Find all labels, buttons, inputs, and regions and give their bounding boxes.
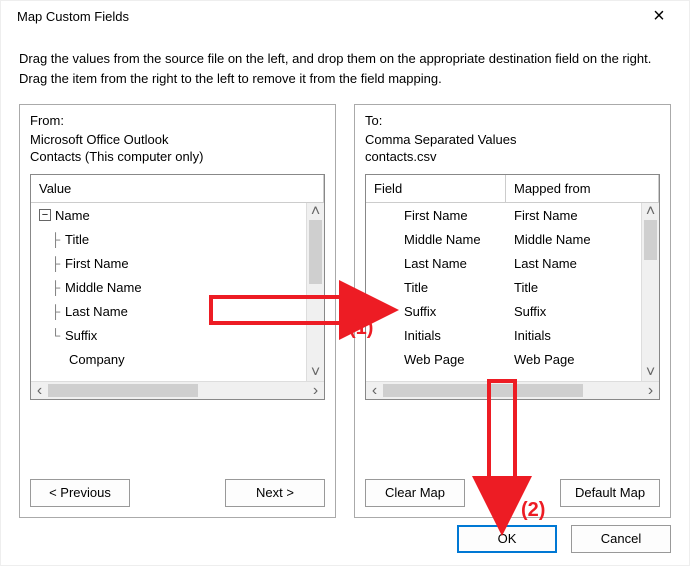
- table-row[interactable]: Web Page Web Page: [366, 347, 659, 371]
- dialog-title: Map Custom Fields: [17, 9, 129, 24]
- tree-connector-icon: ├: [51, 232, 65, 247]
- tree-connector-icon: ├: [51, 280, 65, 295]
- tree-connector-icon: ├: [51, 256, 65, 271]
- from-list-body[interactable]: − Name ├ Title ├ First Name ├: [31, 203, 324, 381]
- mapped-cell: Initials: [514, 328, 642, 343]
- tree-item-company[interactable]: Company: [31, 347, 324, 371]
- mapped-cell: Web Page: [514, 352, 642, 367]
- from-panel: From: Microsoft Office Outlook Contacts …: [19, 104, 336, 518]
- tree-root-name[interactable]: − Name: [31, 203, 324, 227]
- scroll-thumb[interactable]: [48, 384, 198, 397]
- from-listbox[interactable]: Value − Name ├ Title ├ First: [30, 174, 325, 400]
- instructions-text: Drag the values from the source file on …: [19, 49, 671, 88]
- collapse-icon[interactable]: −: [39, 209, 51, 221]
- from-subset: Contacts (This computer only): [30, 149, 325, 164]
- table-row[interactable]: First Name First Name: [366, 203, 659, 227]
- vertical-scrollbar[interactable]: ˄ ˅: [641, 203, 659, 381]
- to-panel-buttons: Clear Map Default Map: [365, 479, 660, 507]
- to-header: Field Mapped from: [366, 175, 659, 203]
- horizontal-scrollbar[interactable]: ‹ ›: [366, 381, 659, 399]
- chevron-right-icon[interactable]: ›: [307, 382, 324, 399]
- clear-map-button[interactable]: Clear Map: [365, 479, 465, 507]
- previous-button[interactable]: < Previous: [30, 479, 130, 507]
- chevron-right-icon[interactable]: ›: [642, 382, 659, 399]
- scroll-track[interactable]: [48, 382, 307, 399]
- mapped-cell: Middle Name: [514, 232, 642, 247]
- scroll-track[interactable]: [383, 382, 642, 399]
- tree-item-suffix[interactable]: └ Suffix: [31, 323, 324, 347]
- tree-root-label: Name: [55, 208, 90, 223]
- from-source: Microsoft Office Outlook: [30, 132, 325, 147]
- next-button[interactable]: Next >: [225, 479, 325, 507]
- close-icon[interactable]: ×: [639, 1, 679, 31]
- tree-item-middle-name[interactable]: ├ Middle Name: [31, 275, 324, 299]
- ok-button[interactable]: OK: [457, 525, 557, 553]
- tree-item-first-name[interactable]: ├ First Name: [31, 251, 324, 275]
- mapped-cell: Last Name: [514, 256, 642, 271]
- tree-item-last-name[interactable]: ├ Last Name: [31, 299, 324, 323]
- from-header: Value: [31, 175, 324, 203]
- scroll-thumb[interactable]: [309, 220, 322, 284]
- mapped-cell: First Name: [514, 208, 642, 223]
- field-cell: Suffix: [374, 304, 514, 319]
- dialog-map-custom-fields: Map Custom Fields × Drag the values from…: [0, 0, 690, 566]
- table-row[interactable]: Suffix Suffix: [366, 299, 659, 323]
- tree-item-label: Last Name: [65, 304, 128, 319]
- scroll-track[interactable]: [642, 220, 659, 364]
- titlebar: Map Custom Fields ×: [1, 1, 689, 31]
- to-dest: Comma Separated Values: [365, 132, 660, 147]
- chevron-down-icon[interactable]: ˅: [642, 364, 659, 381]
- to-label: To:: [365, 113, 660, 128]
- default-map-button[interactable]: Default Map: [560, 479, 660, 507]
- field-cell: Initials: [374, 328, 514, 343]
- from-panel-buttons: < Previous Next >: [30, 479, 325, 507]
- field-cell: Middle Name: [374, 232, 514, 247]
- cancel-button[interactable]: Cancel: [571, 525, 671, 553]
- mapped-cell: Suffix: [514, 304, 642, 319]
- from-header-value: Value: [31, 175, 324, 202]
- tree-item-label: First Name: [65, 256, 129, 271]
- dialog-body: Drag the values from the source file on …: [1, 31, 689, 528]
- tree-item-label: Middle Name: [65, 280, 142, 295]
- to-panel: To: Comma Separated Values contacts.csv …: [354, 104, 671, 518]
- panels-row: From: Microsoft Office Outlook Contacts …: [19, 104, 671, 518]
- chevron-up-icon[interactable]: ˄: [307, 203, 324, 220]
- scroll-thumb[interactable]: [644, 220, 657, 260]
- vertical-scrollbar[interactable]: ˄ ˅: [306, 203, 324, 381]
- chevron-left-icon[interactable]: ‹: [31, 382, 48, 399]
- table-row[interactable]: Title Title: [366, 275, 659, 299]
- field-cell: Last Name: [374, 256, 514, 271]
- tree-item-title[interactable]: ├ Title: [31, 227, 324, 251]
- to-list-body[interactable]: First Name First Name Middle Name Middle…: [366, 203, 659, 381]
- mapped-cell: Title: [514, 280, 642, 295]
- tree-item-label: Title: [65, 232, 89, 247]
- chevron-down-icon[interactable]: ˅: [307, 364, 324, 381]
- to-listbox[interactable]: Field Mapped from First Name First Name …: [365, 174, 660, 400]
- table-row[interactable]: Last Name Last Name: [366, 251, 659, 275]
- table-row[interactable]: Middle Name Middle Name: [366, 227, 659, 251]
- tree-connector-icon: ├: [51, 304, 65, 319]
- tree-connector-icon: └: [51, 328, 65, 343]
- scroll-thumb[interactable]: [383, 384, 583, 397]
- field-cell: First Name: [374, 208, 514, 223]
- table-row[interactable]: Initials Initials: [366, 323, 659, 347]
- to-header-field: Field: [366, 175, 506, 202]
- field-cell: Title: [374, 280, 514, 295]
- scroll-track[interactable]: [307, 220, 324, 364]
- dialog-buttons: OK Cancel: [457, 525, 671, 553]
- chevron-left-icon[interactable]: ‹: [366, 382, 383, 399]
- field-cell: Web Page: [374, 352, 514, 367]
- tree-item-label: Company: [69, 352, 125, 367]
- tree-item-label: Suffix: [65, 328, 97, 343]
- chevron-up-icon[interactable]: ˄: [642, 203, 659, 220]
- to-file: contacts.csv: [365, 149, 660, 164]
- to-header-mapped: Mapped from: [506, 175, 659, 202]
- from-label: From:: [30, 113, 325, 128]
- horizontal-scrollbar[interactable]: ‹ ›: [31, 381, 324, 399]
